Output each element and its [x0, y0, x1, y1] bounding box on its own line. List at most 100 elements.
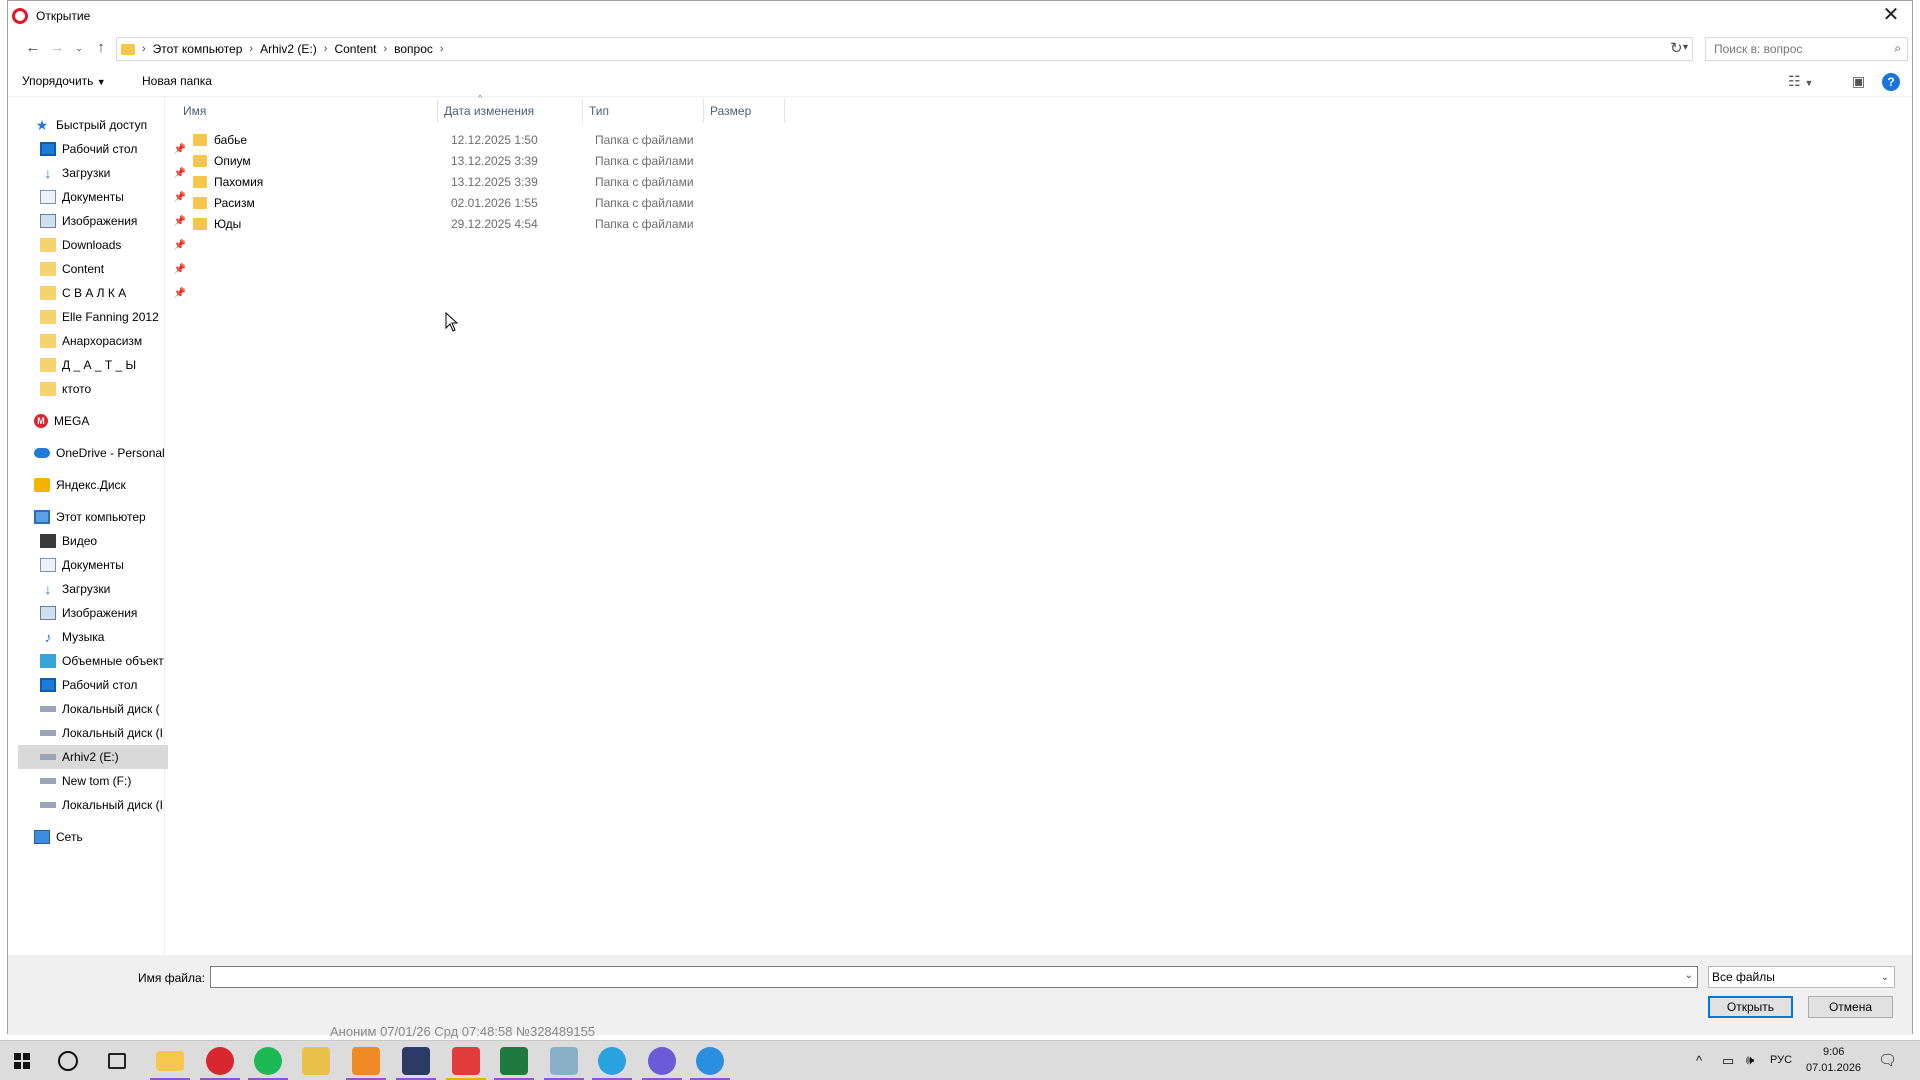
- table-row[interactable]: Юды 29.12.2025 4:54 Папка с файлами: [178, 213, 778, 234]
- table-row[interactable]: Расизм 02.01.2026 1:55 Папка с файлами: [178, 192, 778, 213]
- sidebar-item-downloads[interactable]: ↓ Загрузки 📌: [40, 161, 190, 185]
- breadcrumb-drive[interactable]: Arhiv2 (E:): [260, 42, 317, 56]
- file-date: 12.12.2025 1:50: [451, 132, 538, 147]
- sidebar-item-svalka[interactable]: С В А Л К А 📌: [40, 281, 190, 305]
- sidebar-item-ktoto[interactable]: ктото: [40, 377, 190, 401]
- sidebar-item-music[interactable]: ♪ Музыка: [40, 625, 190, 649]
- sidebar-item-label: Видео: [62, 534, 98, 548]
- sidebar-item-local-disk-c[interactable]: Локальный диск (: [40, 697, 190, 721]
- app-icon[interactable]: [452, 1047, 480, 1075]
- sidebar-item-mega[interactable]: M MEGA: [34, 409, 184, 433]
- sidebar-item-elle-fanning[interactable]: Elle Fanning 2012: [40, 305, 190, 329]
- sidebar-item-pc-documents[interactable]: Документы: [40, 553, 190, 577]
- clock-time[interactable]: 9:06: [1823, 1046, 1844, 1058]
- sidebar-item-pictures[interactable]: Изображения 📌: [40, 209, 190, 233]
- sidebar-item-3d-objects[interactable]: Объемные объект: [40, 649, 190, 673]
- table-row[interactable]: Пахомия 13.12.2025 3:39 Папка с файлами: [178, 171, 778, 192]
- column-header-date[interactable]: Дата изменения: [439, 99, 583, 123]
- sidebar-item-downloads-folder[interactable]: Downloads 📌: [40, 233, 190, 257]
- back-arrow-icon[interactable]: ←: [24, 39, 42, 57]
- sidebar-item-desktop[interactable]: Рабочий стол 📌: [40, 137, 190, 161]
- drive-icon: [40, 706, 56, 712]
- organize-button[interactable]: Упорядочить ▼: [22, 74, 106, 88]
- sidebar-item-this-pc[interactable]: Этот компьютер: [34, 505, 184, 529]
- search-input[interactable]: [1714, 42, 1884, 56]
- filename-field[interactable]: ⌄: [210, 966, 1698, 988]
- sidebar-item-videos[interactable]: Видео: [40, 529, 190, 553]
- network-tray-icon[interactable]: ▭: [1722, 1053, 1734, 1069]
- sidebar-item-pc-desktop[interactable]: Рабочий стол: [40, 673, 190, 697]
- sidebar-item-documents[interactable]: Документы 📌: [40, 185, 190, 209]
- sidebar-item-anarchoracism[interactable]: Анархорасизм: [40, 329, 190, 353]
- chevron-right-icon[interactable]: ›: [249, 43, 253, 55]
- sidebar-item-local-disk-g[interactable]: Локальный диск (I: [40, 793, 190, 817]
- address-row: ← → ⌄ ↑ › Этот компьютер › Arhiv2 (E:) ›…: [8, 35, 1912, 63]
- spotify-icon[interactable]: [254, 1047, 282, 1075]
- sidebar-item-daty[interactable]: Д _ А _ Т _ Ы: [40, 353, 190, 377]
- chevron-down-icon: ▼: [96, 77, 106, 87]
- app-icon[interactable]: [402, 1047, 430, 1075]
- open-button[interactable]: Открыть: [1708, 996, 1793, 1018]
- app-icon[interactable]: [302, 1047, 330, 1075]
- pin-icon: 📌: [173, 287, 186, 299]
- chevron-right-icon[interactable]: ›: [440, 43, 444, 55]
- address-bar[interactable]: › Этот компьютер › Arhiv2 (E:) › Content…: [116, 37, 1693, 61]
- close-button[interactable]: ✕: [1880, 5, 1902, 27]
- preview-pane-icon[interactable]: ▣: [1852, 73, 1865, 90]
- music-icon: ♪: [44, 629, 52, 645]
- sidebar-item-pc-pictures[interactable]: Изображения: [40, 601, 190, 625]
- chevron-down-icon[interactable]: ⌄: [1685, 970, 1693, 981]
- column-header-name[interactable]: Имя: [178, 99, 438, 123]
- recent-dropdown-icon[interactable]: ⌄: [70, 39, 88, 57]
- windows-start-icon[interactable]: [14, 1053, 30, 1069]
- chevron-right-icon[interactable]: ›: [383, 43, 387, 55]
- up-arrow-icon[interactable]: ↑: [92, 39, 110, 57]
- sidebar-item-pc-downloads[interactable]: ↓ Загрузки: [40, 577, 190, 601]
- sidebar-item-quick-access[interactable]: ★ Быстрый доступ: [34, 113, 184, 137]
- sidebar-item-arhiv2[interactable]: Arhiv2 (E:): [18, 745, 168, 769]
- column-header-size[interactable]: Размер: [705, 99, 785, 123]
- sidebar-item-new-tom[interactable]: New tom (F:): [40, 769, 190, 793]
- breadcrumb-content[interactable]: Content: [334, 42, 376, 56]
- notifications-icon[interactable]: 🗨: [1878, 1051, 1897, 1069]
- volume-icon[interactable]: 🕪: [1746, 1052, 1754, 1068]
- telegram-icon[interactable]: [598, 1047, 626, 1075]
- filename-input[interactable]: [211, 967, 1671, 987]
- view-options-icon[interactable]: ☷ ▼: [1788, 73, 1813, 90]
- clock-date[interactable]: 07.01.2026: [1806, 1062, 1861, 1074]
- file-explorer-icon[interactable]: [156, 1051, 184, 1071]
- sidebar-item-onedrive[interactable]: OneDrive - Personal: [34, 441, 184, 465]
- breadcrumb-current[interactable]: вопрос: [394, 42, 433, 56]
- sidebar-item-network[interactable]: Сеть: [34, 825, 184, 849]
- chevron-down-icon[interactable]: ▾: [1683, 42, 1688, 53]
- refresh-icon[interactable]: ↻: [1670, 39, 1683, 57]
- task-view-icon[interactable]: [108, 1053, 126, 1069]
- chevron-right-icon[interactable]: ›: [324, 43, 328, 55]
- file-type-filter[interactable]: Все файлы ⌄: [1708, 966, 1895, 988]
- forward-arrow-icon[interactable]: →: [48, 39, 66, 57]
- excel-icon[interactable]: [500, 1047, 528, 1075]
- app-icon[interactable]: [352, 1047, 380, 1075]
- opera-icon[interactable]: [206, 1047, 234, 1075]
- app-icon[interactable]: [550, 1047, 578, 1075]
- star-icon: ★: [35, 117, 49, 133]
- new-folder-button[interactable]: Новая папка: [142, 74, 212, 88]
- help-icon[interactable]: ?: [1882, 73, 1900, 91]
- tray-chevron-up-icon[interactable]: ^: [1696, 1053, 1702, 1068]
- chevron-right-icon[interactable]: ›: [142, 43, 146, 55]
- column-header-type[interactable]: Тип: [584, 99, 704, 123]
- table-row[interactable]: Опиум 13.12.2025 3:39 Папка с файлами: [178, 150, 778, 171]
- table-row[interactable]: бабье 12.12.2025 1:50 Папка с файлами: [178, 129, 778, 150]
- sidebar-item-local-disk-d[interactable]: Локальный диск (I: [40, 721, 190, 745]
- language-indicator[interactable]: РУС: [1770, 1054, 1792, 1066]
- sidebar-item-content[interactable]: Content 📌: [40, 257, 190, 281]
- search-icon[interactable]: ⌕: [1894, 41, 1901, 56]
- cancel-button[interactable]: Отмена: [1808, 996, 1893, 1018]
- discord-icon[interactable]: [648, 1047, 676, 1075]
- search-box[interactable]: ⌕: [1705, 37, 1908, 61]
- sidebar-item-label: Этот компьютер: [56, 510, 146, 524]
- sidebar-item-yandex-disk[interactable]: Яндекс.Диск: [34, 473, 184, 497]
- breadcrumb-this-pc[interactable]: Этот компьютер: [153, 42, 243, 56]
- search-icon[interactable]: [58, 1051, 78, 1071]
- app-icon[interactable]: [696, 1047, 724, 1075]
